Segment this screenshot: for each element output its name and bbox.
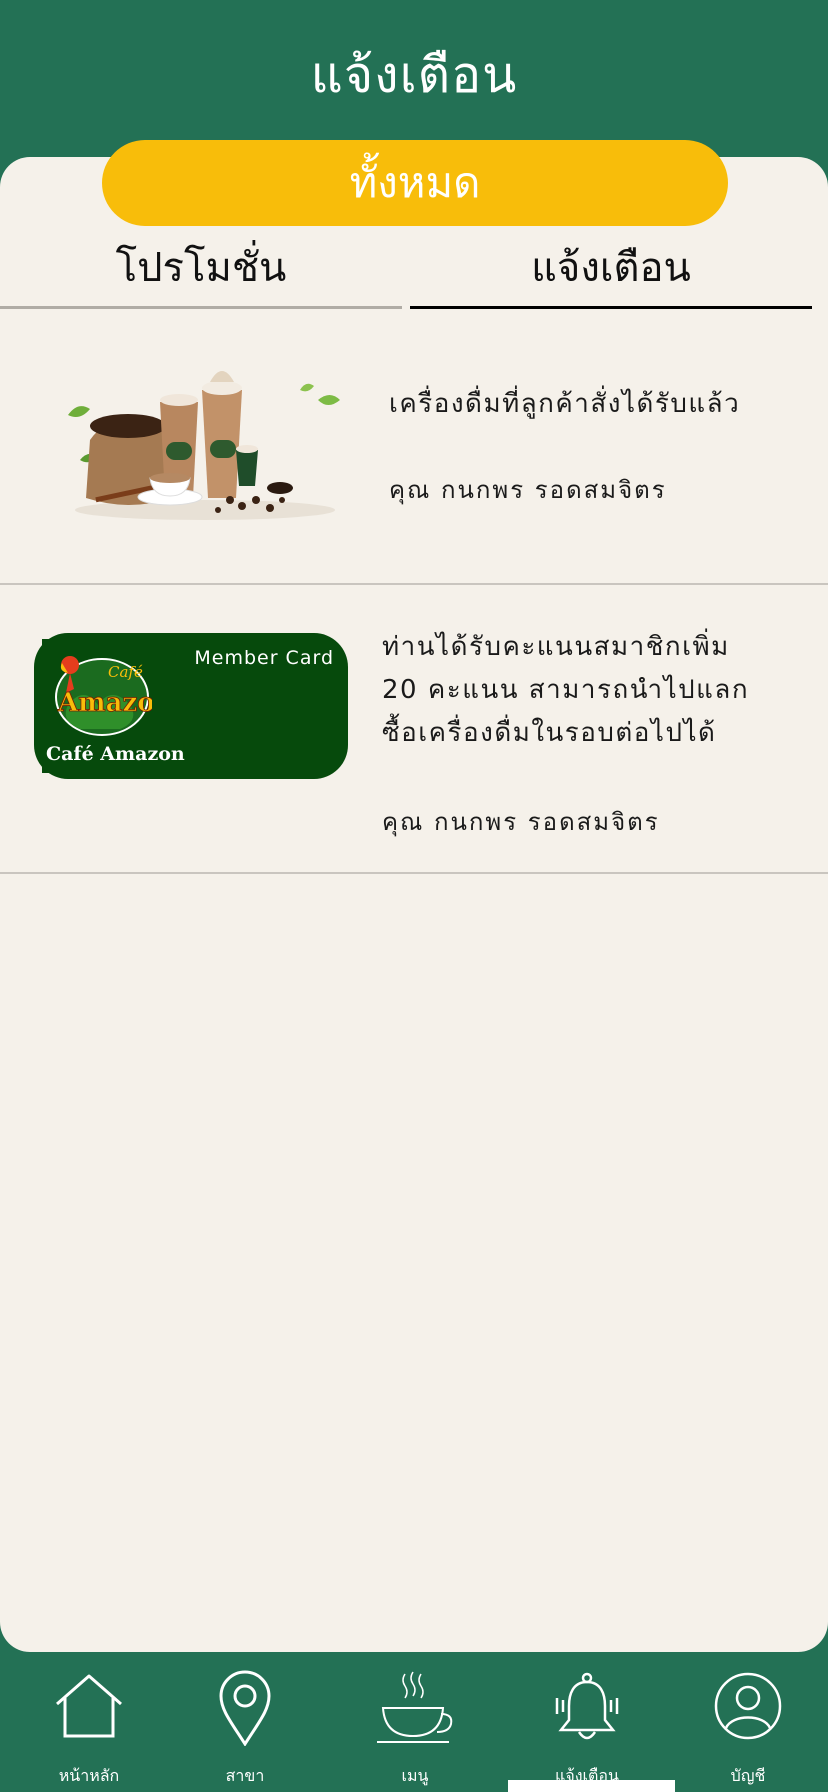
filter-all-button[interactable]: ทั้งหมด — [102, 140, 728, 226]
nav-branch-label: สาขา — [225, 1766, 265, 1785]
user-icon — [714, 1672, 782, 1740]
bottom-nav: หน้าหลัก สาขา เมนู แจ้งเตือน บัญชี — [0, 1652, 828, 1792]
nav-account[interactable]: บัญชี — [688, 1670, 808, 1785]
bell-icon — [555, 1672, 619, 1740]
notification-message: เครื่องดื่มที่ลูกค้าสั่งได้รับแล้ว — [389, 389, 741, 419]
member-card-label: Member Card — [194, 647, 334, 669]
member-card: Café AmazoN Member Card Café Amazon — [34, 633, 348, 779]
tab-notification[interactable]: แจ้งเตือน — [410, 240, 812, 309]
notification-recipient: คุณ กนกพร รอดสมจิตร — [389, 476, 667, 504]
message-line: ซื้อเครื่องดื่มในรอบต่อไปได้ — [382, 718, 717, 748]
nav-account-label: บัญชี — [730, 1766, 766, 1785]
notification-message: ท่านได้รับคะแนนสมาชิกเพิ่ม 20 คะแนน สามา… — [382, 626, 749, 755]
svg-text:Café: Café — [108, 663, 143, 681]
message-line: ท่านได้รับคะแนนสมาชิกเพิ่ม — [382, 632, 730, 662]
tab-promotion[interactable]: โปรโมชั่น — [0, 240, 402, 309]
member-card-brand: Café Amazon — [46, 743, 185, 765]
location-pin-icon — [219, 1670, 271, 1746]
home-indicator — [508, 1780, 675, 1792]
message-line: 20 คะแนน สามารถนำไปแลก — [382, 675, 750, 705]
page-title: แจ้งเตือน — [310, 46, 518, 104]
divider — [0, 583, 828, 585]
nav-home-label: หน้าหลัก — [58, 1766, 120, 1785]
nav-notification[interactable]: แจ้งเตือน — [527, 1670, 647, 1785]
nav-menu[interactable]: เมนู — [355, 1670, 475, 1785]
divider — [0, 872, 828, 874]
drinks-image — [68, 371, 340, 520]
notification-recipient: คุณ กนกพร รอดสมจิตร — [382, 808, 660, 836]
coffee-cup-icon — [377, 1671, 453, 1743]
nav-home[interactable]: หน้าหลัก — [29, 1670, 149, 1785]
cafe-amazon-logo: Café AmazoN — [55, 656, 152, 736]
home-icon — [56, 1674, 122, 1738]
nav-menu-label: เมนู — [401, 1766, 429, 1785]
svg-text:AmazoN: AmazoN — [57, 688, 152, 718]
nav-branch[interactable]: สาขา — [185, 1670, 305, 1785]
